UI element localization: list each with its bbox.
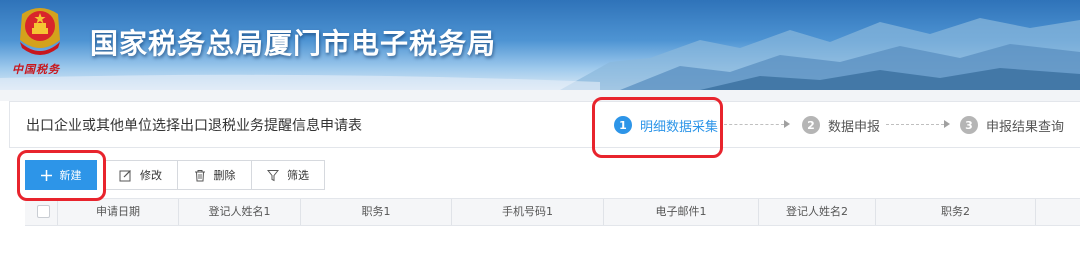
step-connector — [886, 124, 944, 125]
column-header[interactable]: 登记人姓名1 — [179, 199, 301, 225]
filter-button[interactable]: 筛选 — [251, 160, 325, 190]
site-title: 国家税务总局厦门市电子税务局 — [90, 27, 497, 60]
highlight-new-button-annotation — [17, 150, 106, 201]
step-number-badge: 3 — [960, 116, 978, 134]
edit-button[interactable]: 修改 — [103, 160, 178, 190]
filter-icon — [267, 169, 279, 181]
arrow-right-icon — [944, 120, 950, 128]
step-label: 数据申报 — [828, 119, 881, 135]
step-3[interactable]: 3 申报结果查询 — [960, 114, 1064, 136]
highlight-step-annotation — [592, 97, 723, 158]
step-number-badge: 2 — [802, 116, 820, 134]
site-banner: 中国税务 国家税务总局厦门市电子税务局 — [0, 0, 1080, 90]
column-header[interactable]: 登记人姓名2 — [759, 199, 876, 225]
edit-button-label: 修改 — [140, 169, 162, 182]
arrow-right-icon — [784, 120, 790, 128]
trash-icon — [194, 169, 205, 181]
column-header[interactable]: 电子邮件1 — [604, 199, 759, 225]
step-connector — [724, 124, 784, 125]
checkbox-column — [25, 199, 58, 225]
brand-logo-text: 中国税务 — [12, 63, 60, 76]
delete-button-label: 删除 — [213, 169, 236, 182]
national-emblem-icon — [20, 8, 60, 55]
column-header[interactable]: 手机号码1 — [452, 199, 604, 225]
delete-button[interactable]: 删除 — [177, 160, 252, 190]
column-header[interactable]: 职务2 — [876, 199, 1036, 225]
step-label: 申报结果查询 — [986, 119, 1065, 135]
separator — [0, 90, 1080, 101]
column-header[interactable]: 申请日期 — [58, 199, 179, 225]
column-header[interactable]: 职务1 — [301, 199, 452, 225]
form-title: 出口企业或其他单位选择出口退税业务提醒信息申请表 — [26, 118, 362, 134]
step-2[interactable]: 2 数据申报 — [802, 114, 880, 136]
table-header: 申请日期 登记人姓名1 职务1 手机号码1 电子邮件1 登记人姓名2 职务2 — [25, 198, 1080, 226]
filter-button-label: 筛选 — [287, 169, 309, 182]
edit-icon — [119, 169, 131, 181]
form-header: 出口企业或其他单位选择出口退税业务提醒信息申请表 1 明细数据采集 2 数据申报… — [9, 101, 1080, 148]
